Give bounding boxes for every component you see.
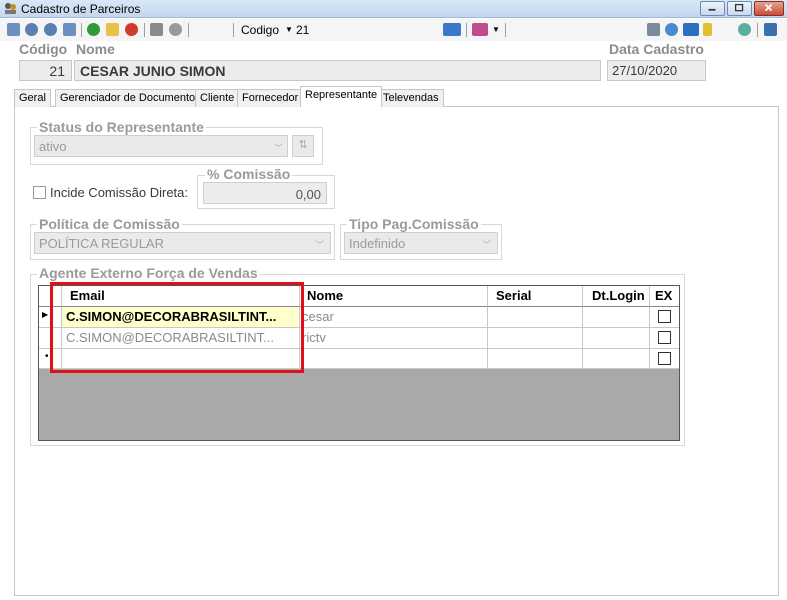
ex-checkbox[interactable] [658, 331, 671, 344]
minimize-button[interactable] [700, 1, 725, 16]
grid-cell-dtlogin[interactable] [583, 307, 650, 328]
previous-record-icon[interactable] [25, 23, 38, 36]
column-header-nome[interactable]: Nome [300, 286, 488, 307]
grid-cell-ex [650, 307, 679, 328]
tab-representante[interactable]: Representante [300, 86, 383, 107]
toolbar-separator [757, 23, 758, 37]
incide-comissao-label: Incide Comissão Direta: [50, 185, 188, 200]
chevron-down-icon: ﹀ [315, 240, 325, 250]
close-button[interactable] [754, 1, 784, 16]
save-icon[interactable] [150, 23, 163, 36]
nome-label: Nome [76, 41, 115, 57]
column-header-ex[interactable]: EX [650, 286, 679, 307]
next-record-icon[interactable] [44, 23, 57, 36]
tab-fornecedor[interactable]: Fornecedor [237, 89, 304, 107]
refresh-icon[interactable] [683, 23, 699, 36]
app-icon [5, 3, 16, 14]
grid-cell-dtlogin[interactable] [583, 328, 650, 349]
agente-externo-group-title: Agente Externo Força de Vendas [37, 265, 260, 281]
toolbar-separator [81, 23, 82, 37]
comissao-group-title: % Comissão [205, 166, 293, 182]
toolbar-separator [505, 23, 506, 37]
grid-cell-ex [650, 349, 679, 369]
grid-cell-dtlogin[interactable] [583, 349, 650, 369]
codigo-search-label[interactable]: Codigo [241, 23, 279, 37]
status-select[interactable]: ativo ﹀ [34, 135, 288, 157]
toolbar-separator [466, 23, 467, 37]
comissao-input[interactable]: 0,00 [203, 182, 327, 204]
search-icon[interactable] [665, 23, 678, 36]
status-group-title: Status do Representante [37, 119, 206, 135]
politica-select-value: POLÍTICA REGULAR [39, 236, 164, 251]
grid-cell-serial[interactable] [488, 328, 583, 349]
delete-icon[interactable] [125, 23, 138, 36]
data-cadastro-label: Data Cadastro [609, 41, 704, 57]
edit-icon[interactable] [106, 23, 119, 36]
tab-televendas[interactable]: Televendas [378, 89, 444, 107]
grid-view-icon[interactable] [443, 23, 461, 36]
window-title: Cadastro de Parceiros [21, 2, 141, 16]
maximize-button[interactable] [727, 1, 752, 16]
status-select-value: ativo [39, 139, 67, 154]
filter-icon[interactable] [703, 23, 712, 36]
chevron-down-icon: ﹀ [274, 143, 284, 153]
grid-cell-nome[interactable]: rictv [300, 328, 488, 349]
chevron-down-icon[interactable]: ▼ [285, 25, 293, 34]
toolbar: Codigo ▼ 21 ▼ [0, 19, 787, 41]
printer-icon[interactable] [647, 23, 660, 36]
user-icon[interactable] [738, 23, 751, 36]
undo-icon[interactable] [169, 23, 182, 36]
grid-cell-serial[interactable] [488, 349, 583, 369]
data-cadastro-field[interactable]: 27/10/2020 [607, 60, 706, 81]
tab-geral[interactable]: Geral [14, 89, 51, 107]
chevron-down-icon: ﹀ [482, 240, 492, 250]
chevron-down-icon[interactable]: ▼ [492, 25, 500, 34]
menu-icon[interactable] [764, 23, 777, 36]
last-record-icon[interactable] [63, 23, 76, 36]
toolbar-separator [188, 23, 189, 37]
ex-checkbox[interactable] [658, 352, 671, 365]
grid-cell-nome[interactable] [300, 349, 488, 369]
grid-cell-serial[interactable] [488, 307, 583, 328]
title-bar: Cadastro de Parceiros [0, 0, 787, 18]
toolbar-separator [144, 23, 145, 37]
codigo-field[interactable]: 21 [19, 60, 72, 81]
add-icon[interactable] [87, 23, 100, 36]
swap-icon[interactable]: ⇅ [292, 135, 314, 157]
chart-icon[interactable] [472, 23, 488, 36]
grid-cell-nome[interactable]: cesar [300, 307, 488, 328]
tipo-pag-select[interactable]: Indefinido ﹀ [344, 232, 498, 254]
politica-group-title: Política de Comissão [37, 216, 182, 232]
tab-gerenciador-documentos[interactable]: Gerenciador de Documentos [55, 89, 206, 107]
ex-checkbox[interactable] [658, 310, 671, 323]
politica-select[interactable]: POLÍTICA REGULAR ﹀ [34, 232, 331, 254]
tipo-pag-group-title: Tipo Pag.Comissão [347, 216, 481, 232]
column-header-serial[interactable]: Serial [488, 286, 583, 307]
column-header-dtlogin[interactable]: Dt.Login [583, 286, 650, 307]
codigo-label: Código [19, 41, 68, 57]
nome-field[interactable]: CESAR JUNIO SIMON [74, 60, 601, 81]
tab-cliente[interactable]: Cliente [195, 89, 240, 107]
first-record-icon[interactable] [7, 23, 20, 36]
codigo-search-input[interactable]: 21 [296, 23, 309, 37]
highlight-box [50, 282, 304, 373]
toolbar-separator [233, 23, 234, 37]
tipo-pag-select-value: Indefinido [349, 236, 406, 251]
grid-cell-ex [650, 328, 679, 349]
incide-comissao-checkbox[interactable] [33, 186, 46, 199]
